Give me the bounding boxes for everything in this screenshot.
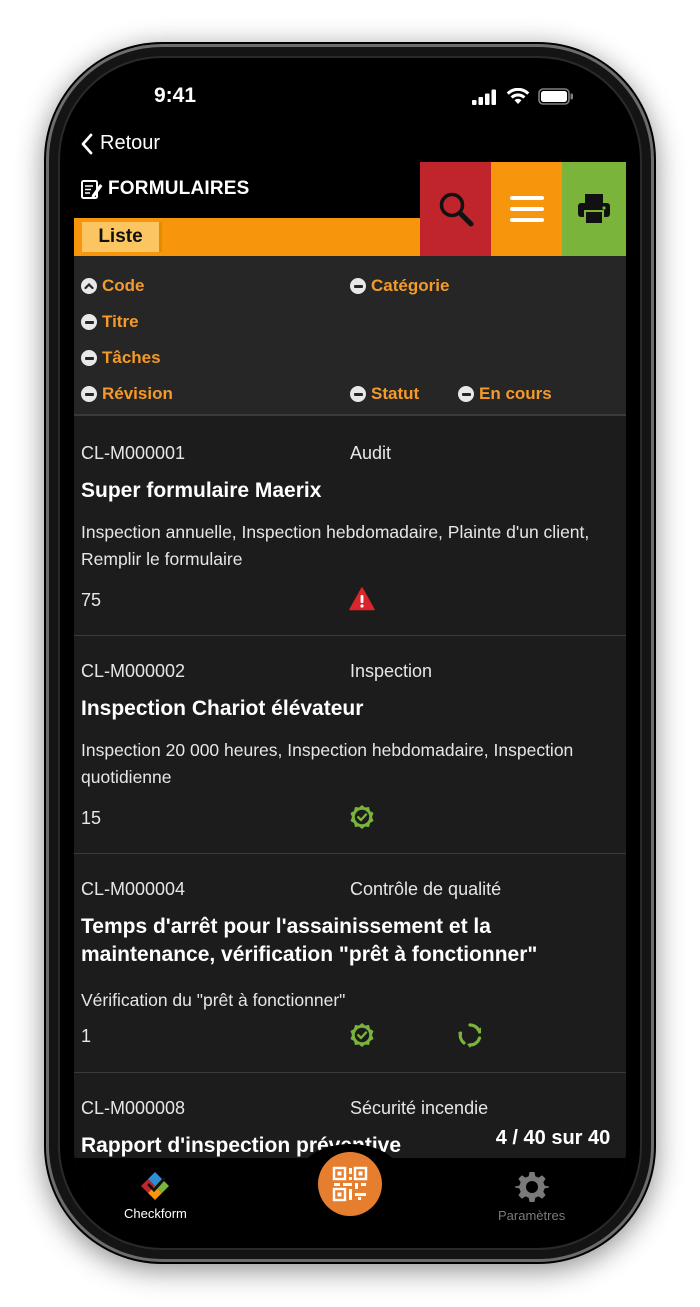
status-bar: 9:41 [74,70,626,126]
approved-check-icon [350,805,374,829]
page-title: FORMULAIRES [108,178,250,199]
tab-strip: Liste [74,218,420,256]
back-label: Retour [100,132,161,154]
record-revision: 1 [81,1026,92,1046]
sort-status-label: Statut [371,384,420,403]
sort-ascending-icon [81,278,97,294]
sort-neutral-icon [81,386,97,402]
qr-scan-button[interactable] [318,1152,382,1216]
record-code: CL-M000004 [81,879,186,899]
record-category: Sécurité incendie [350,1098,489,1118]
sort-category[interactable]: Catégorie [350,276,449,296]
sort-title-label: Titre [102,312,139,331]
page-header: FORMULAIRES Liste [74,162,626,256]
record-category: Inspection [350,661,433,681]
record-tasks: Inspection 20 000 heures, Inspection heb… [81,740,574,787]
status-time: 9:41 [154,84,197,107]
forms-list: CL-M000001 Audit Super formulaire Maerix… [74,418,626,1193]
list-item[interactable]: CL-M000004 Contrôle de qualité Temps d'a… [74,854,626,1073]
record-code: CL-M000002 [81,661,186,681]
record-code: CL-M000008 [81,1098,186,1118]
tab-checkform[interactable]: Checkform [124,1170,187,1221]
sort-code[interactable]: Code [81,276,145,296]
menu-button[interactable] [491,162,562,256]
battery-icon [538,88,573,105]
print-button[interactable] [562,162,626,256]
sort-title[interactable]: Titre [81,312,139,332]
search-button[interactable] [420,162,491,256]
app-screen: 9:41 Retour FORMULAIRES Liste Code Catég… [74,70,626,1234]
sort-in-progress-label: En cours [479,384,552,403]
sort-code-label: Code [102,276,145,295]
cellular-signal-icon [472,89,496,105]
record-tasks: Inspection annuelle, Inspection hebdomad… [81,522,590,569]
record-tasks: Vérification du "prêt à fonctionner" [81,990,346,1010]
sort-revision[interactable]: Révision [81,384,173,404]
tab-settings-label: Paramètres [498,1208,566,1223]
record-title: Super formulaire Maerix [81,479,322,502]
record-revision: 15 [81,808,102,828]
record-revision: 75 [81,590,102,610]
checkform-logo-icon [141,1172,170,1200]
list-item[interactable]: CL-M000002 Inspection Inspection Chariot… [74,636,626,854]
tab-settings[interactable]: Paramètres [498,1170,565,1223]
record-category: Audit [350,443,392,463]
chevron-left-icon [81,133,93,154]
list-item[interactable]: CL-M000001 Audit Super formulaire Maerix… [74,418,626,636]
sort-status[interactable]: Statut [350,384,419,404]
sort-category-label: Catégorie [371,276,450,295]
qr-code-icon [332,1166,368,1202]
tab-liste[interactable]: Liste [82,222,162,252]
pagination-counter: 4 / 40 sur 40 [480,1114,626,1162]
status-icons [472,88,574,105]
sync-icon [458,1023,482,1048]
form-edit-icon [81,180,103,199]
nav-bar: Retour [74,126,626,162]
record-code: CL-M000001 [81,443,186,463]
sort-in-progress[interactable]: En cours [458,384,552,404]
record-category: Contrôle de qualité [350,879,502,899]
sort-tasks[interactable]: Tâches [81,348,161,368]
sort-neutral-icon [81,314,97,330]
gear-icon [514,1172,549,1202]
column-headers: Code Catégorie Titre Tâches Révision Sta… [74,256,626,416]
back-button[interactable]: Retour [80,132,160,155]
search-icon [439,192,473,227]
tab-checkform-label: Checkform [124,1206,187,1221]
approved-check-icon [350,1023,374,1047]
hamburger-menu-icon [509,196,544,222]
sort-neutral-icon [458,386,474,402]
sort-neutral-icon [81,350,97,366]
sort-neutral-icon [350,386,366,402]
record-title: Temps d'arrêt pour l'assainissement et l… [81,915,538,966]
sort-neutral-icon [350,278,366,294]
warning-icon [349,587,375,611]
wifi-icon [506,88,530,104]
printer-icon [578,194,610,225]
page-title-group: FORMULAIRES [80,178,250,200]
sort-tasks-label: Tâches [102,348,161,367]
sort-revision-label: Révision [102,384,173,403]
record-title: Inspection Chariot élévateur [81,697,364,720]
